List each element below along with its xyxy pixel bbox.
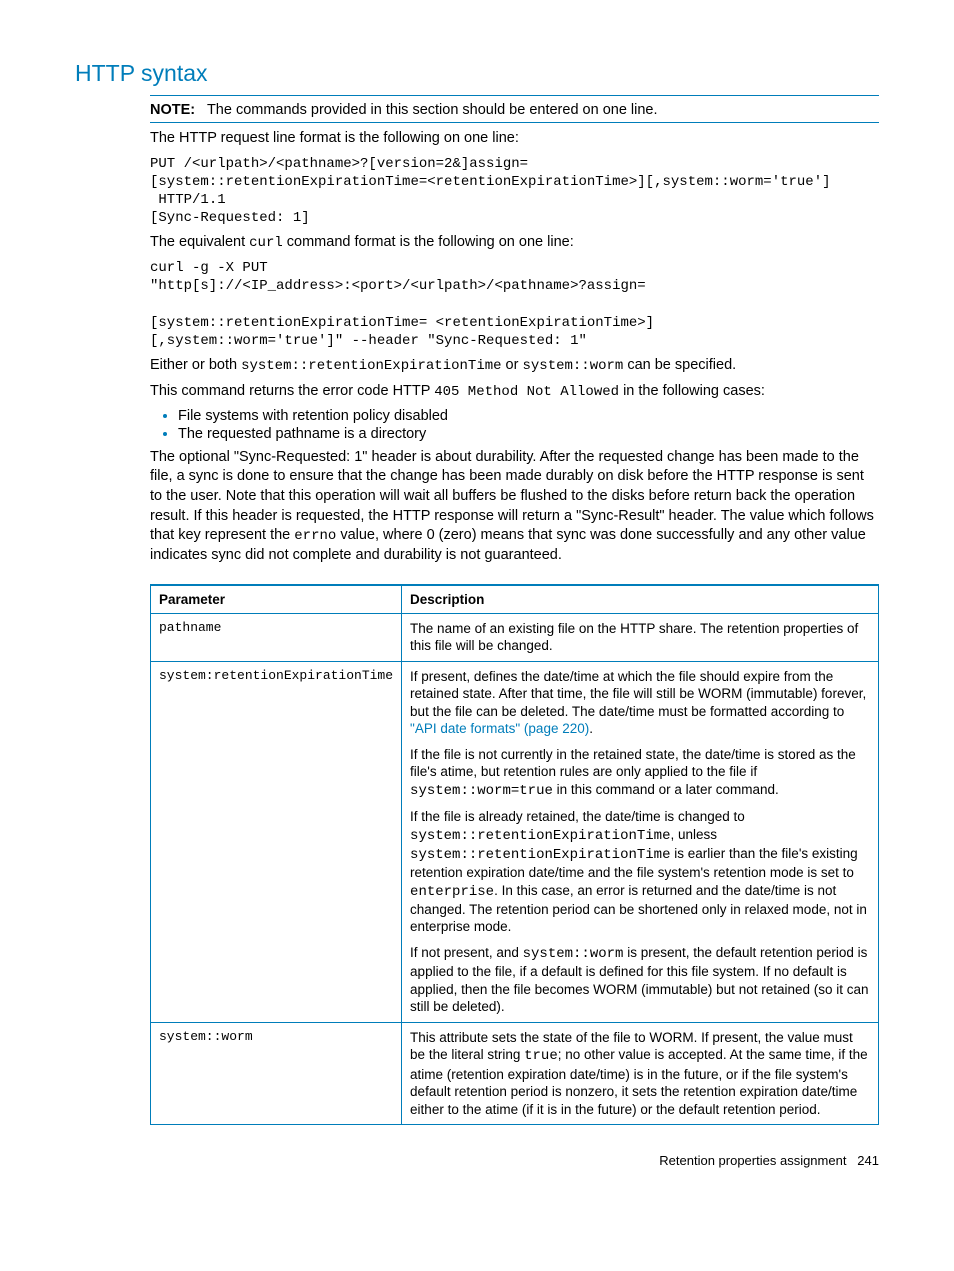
inline-code: system::worm=true — [410, 783, 553, 799]
sync-paragraph: The optional "Sync-Requested: 1" header … — [150, 448, 879, 566]
note-block: NOTE: The commands provided in this sect… — [150, 102, 879, 118]
either-pre: Either or both — [150, 357, 241, 373]
table-row: system:retentionExpirationTimeIf present… — [151, 661, 879, 1022]
list-item: File systems with retention policy disab… — [178, 408, 879, 424]
description-text: . — [589, 721, 593, 736]
inline-code: system::worm — [523, 946, 624, 962]
either-post: can be specified. — [623, 357, 736, 373]
inline-code: enterprise — [410, 884, 494, 900]
note-separator-top — [150, 95, 879, 96]
page-footer: Retention properties assignment 241 — [150, 1153, 879, 1168]
list-item-text: The requested pathname is a directory — [178, 426, 426, 442]
parameter-table: Parameter Description pathnameThe name o… — [150, 584, 879, 1126]
description-text: in this command or a later command. — [553, 782, 779, 797]
list-item-text: File systems with retention policy disab… — [178, 408, 448, 424]
table-cell-parameter: pathname — [151, 613, 402, 661]
note-text-content: The commands provided in this section sh… — [207, 102, 658, 118]
inline-code: true — [524, 1048, 558, 1064]
table-header-description: Description — [402, 585, 879, 614]
note-separator-bottom — [150, 122, 879, 123]
table-cell-description: This attribute sets the state of the fil… — [402, 1022, 879, 1124]
either-c2: system::worm — [522, 358, 623, 374]
curl-command-code: curl -g -X PUT "http[s]://<IP_address>:<… — [150, 259, 879, 350]
note-label: NOTE: — [150, 102, 195, 118]
err-post: in the following cases: — [619, 383, 765, 399]
note-text — [199, 102, 207, 118]
error-cases-list: File systems with retention policy disab… — [150, 408, 879, 442]
table-cell-description: The name of an existing file on the HTTP… — [402, 613, 879, 661]
footer-page-number: 241 — [857, 1153, 879, 1168]
errno-code: errno — [294, 528, 336, 544]
description-text: , unless — [671, 827, 718, 842]
intro2-pre: The equivalent — [150, 234, 249, 250]
description-paragraph: This attribute sets the state of the fil… — [410, 1029, 870, 1118]
description-text: If the file is not currently in the reta… — [410, 747, 856, 780]
description-paragraph: If the file is not currently in the reta… — [410, 746, 870, 800]
intro-2: The equivalent curl command format is th… — [150, 233, 879, 253]
inline-code: system::retentionExpirationTime — [410, 847, 670, 863]
table-row: system::wormThis attribute sets the stat… — [151, 1022, 879, 1124]
either-c1: system::retentionExpirationTime — [241, 358, 501, 374]
error-line: This command returns the error code HTTP… — [150, 382, 879, 402]
either-line: Either or both system::retentionExpirati… — [150, 356, 879, 376]
table-row: pathnameThe name of an existing file on … — [151, 613, 879, 661]
intro2-post: command format is the following on one l… — [283, 234, 574, 250]
section-heading: HTTP syntax — [75, 60, 879, 87]
curl-code: curl — [249, 235, 283, 251]
description-text: If present, defines the date/time at whi… — [410, 669, 866, 719]
description-text: If the file is already retained, the dat… — [410, 809, 745, 824]
footer-title: Retention properties assignment — [659, 1153, 846, 1168]
list-item: The requested pathname is a directory — [178, 426, 879, 442]
table-cell-parameter: system::worm — [151, 1022, 402, 1124]
doc-link[interactable]: "API date formats" (page 220) — [410, 721, 589, 736]
http-request-code: PUT /<urlpath>/<pathname>?[version=2&]as… — [150, 155, 879, 228]
description-paragraph: If the file is already retained, the dat… — [410, 808, 870, 936]
table-cell-parameter: system:retentionExpirationTime — [151, 661, 402, 1022]
description-paragraph: The name of an existing file on the HTTP… — [410, 620, 870, 655]
err-pre: This command returns the error code HTTP — [150, 383, 434, 399]
err-code: 405 Method Not Allowed — [434, 384, 619, 400]
inline-code: system::retentionExpirationTime — [410, 828, 670, 844]
table-header-parameter: Parameter — [151, 585, 402, 614]
either-mid: or — [502, 357, 523, 373]
description-paragraph: If not present, and system::worm is pres… — [410, 944, 870, 1016]
intro-1: The HTTP request line format is the foll… — [150, 129, 879, 149]
table-cell-description: If present, defines the date/time at whi… — [402, 661, 879, 1022]
description-text: If not present, and — [410, 945, 523, 960]
description-paragraph: If present, defines the date/time at whi… — [410, 668, 870, 738]
